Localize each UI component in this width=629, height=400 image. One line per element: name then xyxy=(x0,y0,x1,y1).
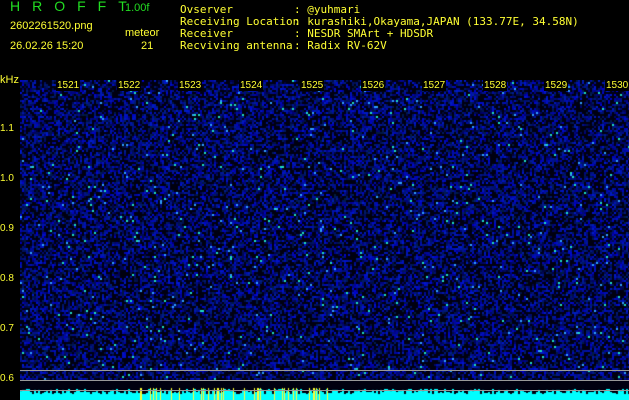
freq-tick-label: 1530 xyxy=(605,80,629,91)
meteor-count: 21 xyxy=(141,40,154,52)
info-label: Recviving antenna xyxy=(180,39,293,52)
version-label: 1.00f xyxy=(125,2,150,14)
level-line xyxy=(20,380,629,381)
y-tick-label: 0.9 xyxy=(0,223,14,234)
y-tick-label: 0.7 xyxy=(0,323,14,334)
freq-tick-label: 1526 xyxy=(361,80,386,91)
y-tick-label: 0.8 xyxy=(0,273,14,284)
level-line xyxy=(20,390,629,391)
filename-label: 2602261520.png xyxy=(10,20,93,32)
freq-tick-label: 1525 xyxy=(300,80,325,91)
freq-tick-label: 1528 xyxy=(483,80,508,91)
y-tick-label: 0.6 xyxy=(0,373,14,384)
spectrogram xyxy=(20,80,629,400)
freq-tick-label: 1529 xyxy=(544,80,569,91)
y-axis-unit: kHz xyxy=(0,74,19,86)
freq-tick-label: 1523 xyxy=(178,80,203,91)
app-brand: HROFFT xyxy=(10,0,139,14)
y-tick-label: 1.1 xyxy=(0,123,14,134)
y-tick-label: 1.0 xyxy=(0,173,14,184)
level-line xyxy=(20,370,629,371)
freq-tick-label: 1527 xyxy=(422,80,447,91)
freq-tick-label: 1521 xyxy=(56,80,81,91)
datetime-label: 26.02.26 15:20 xyxy=(10,40,84,52)
info-value: : Radix RV-62V xyxy=(294,39,387,52)
meteor-count-label: meteor xyxy=(125,27,160,39)
freq-tick-label: 1524 xyxy=(239,80,264,91)
freq-tick-label: 1522 xyxy=(117,80,142,91)
